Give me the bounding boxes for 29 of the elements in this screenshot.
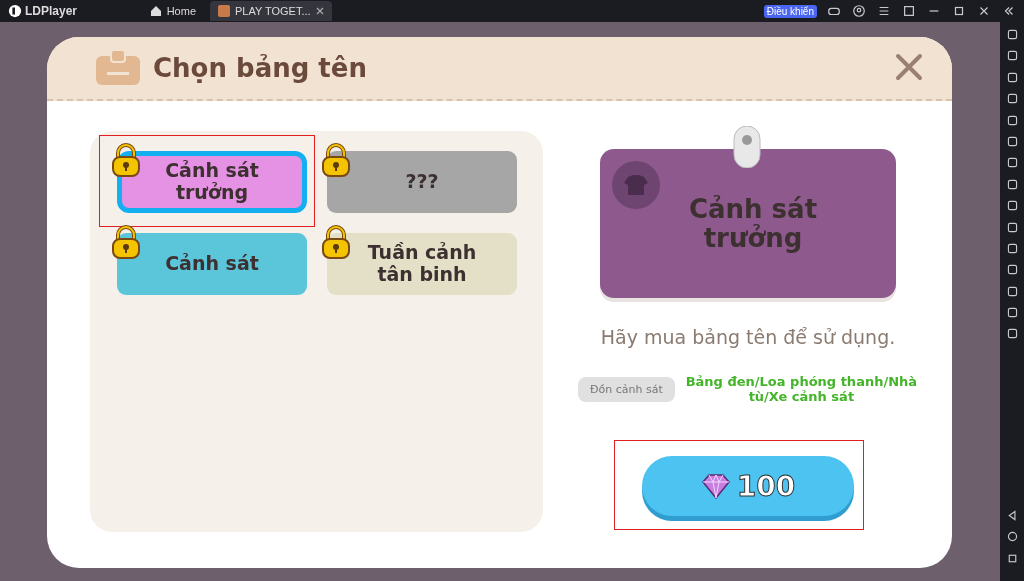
browser-tab[interactable]: Home: [106, 1, 204, 21]
shirt-icon: [612, 161, 660, 209]
preview-label: Cảnh sát trưởng: [687, 194, 819, 253]
dialog-title: Chọn bảng tên: [153, 53, 367, 83]
account-icon[interactable]: [852, 4, 866, 18]
name-tag-option[interactable]: Cảnh sát: [117, 233, 307, 295]
requirement-text: Bảng đen/Loa phóng thanh/Nhà tù/Xe cảnh sát: [684, 374, 918, 404]
close-icon[interactable]: [315, 7, 324, 15]
back-icon[interactable]: [1005, 508, 1019, 522]
logo-icon: [8, 4, 22, 18]
name-tag-icon: [95, 50, 141, 86]
location-tag: Đồn cảnh sát: [578, 376, 675, 402]
browser-tab[interactable]: PLAY TOGET...: [210, 1, 332, 21]
tab-label: PLAY TOGET...: [235, 5, 311, 17]
home-icon[interactable]: [1005, 530, 1019, 544]
name-tag-option[interactable]: Cảnh sát trưởng: [117, 151, 307, 213]
control-button[interactable]: Điều khiển: [763, 4, 817, 18]
peg-icon: [732, 126, 762, 168]
purchase-message: Hãy mua bảng tên để sử dụng.: [600, 326, 896, 348]
collapse-icon[interactable]: [1002, 4, 1016, 18]
app-name: LDPlayer: [25, 4, 78, 18]
name-tag-option[interactable]: Tuần cảnh tân binh: [327, 233, 517, 295]
name-tag-option[interactable]: ???: [327, 151, 517, 213]
gem-icon: [700, 473, 731, 499]
home-icon: [149, 5, 162, 17]
game-icon: [218, 5, 230, 17]
tab-label: Home: [166, 5, 196, 17]
menu-icon[interactable]: [877, 4, 891, 18]
maximize-icon[interactable]: [952, 4, 966, 18]
